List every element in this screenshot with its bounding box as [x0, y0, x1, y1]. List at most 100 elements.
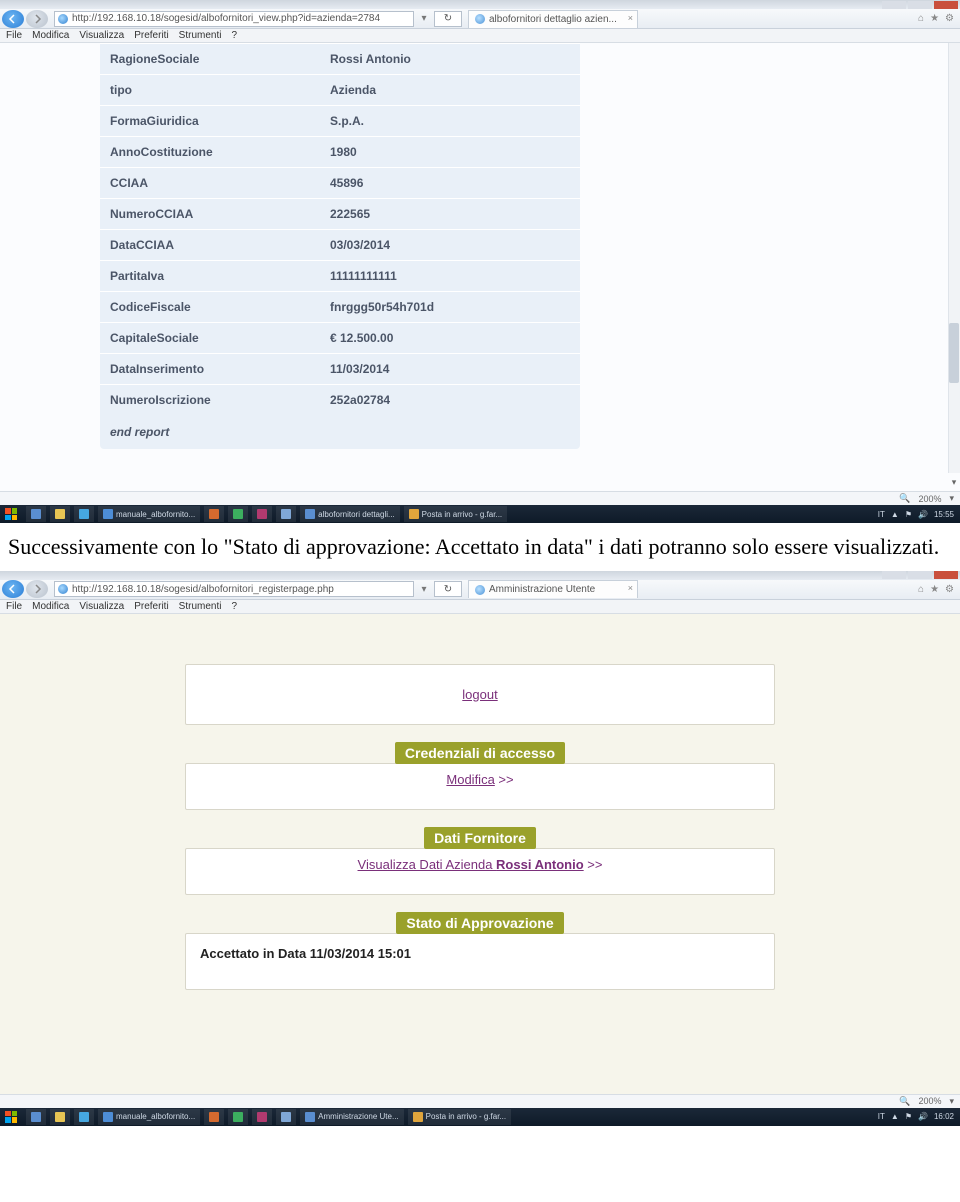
taskbar-item[interactable]: [26, 506, 46, 522]
tray-icon[interactable]: 🔊: [918, 510, 928, 519]
taskbar-item[interactable]: [50, 506, 70, 522]
field-label: AnnoCostituzione: [100, 137, 320, 167]
address-input[interactable]: http://192.168.10.18/sogesid/albofornito…: [54, 11, 414, 27]
menu-tools[interactable]: Strumenti: [179, 30, 222, 41]
taskbar-item[interactable]: [276, 1109, 296, 1125]
browser-tab[interactable]: Amministrazione Utente ×: [468, 580, 638, 598]
taskbar-item[interactable]: [74, 506, 94, 522]
tools-icon[interactable]: ⚙: [945, 13, 954, 24]
visualizza-link[interactable]: Visualizza Dati Azienda Rossi Antonio: [358, 857, 584, 872]
menu-bar: File Modifica Visualizza Preferiti Strum…: [0, 600, 960, 614]
menu-favorites[interactable]: Preferiti: [134, 601, 168, 612]
menu-tools[interactable]: Strumenti: [179, 601, 222, 612]
arrow-left-icon: [8, 14, 18, 24]
window-maximize[interactable]: [908, 1, 932, 9]
tray-icon[interactable]: 🔊: [918, 1112, 928, 1121]
refresh-button[interactable]: ↻: [434, 11, 462, 27]
field-value: 11111111111: [320, 261, 580, 291]
tray-icon[interactable]: ▲: [891, 1112, 899, 1121]
taskbar-item[interactable]: [204, 506, 224, 522]
menu-favorites[interactable]: Preferiti: [134, 30, 168, 41]
menu-file[interactable]: File: [6, 601, 22, 612]
menu-view[interactable]: Visualizza: [79, 30, 124, 41]
home-icon[interactable]: ⌂: [918, 584, 924, 595]
tray-clock[interactable]: 16:02: [934, 1112, 954, 1121]
taskbar-item[interactable]: [204, 1109, 224, 1125]
tab-close-icon[interactable]: ×: [628, 583, 633, 593]
menu-help[interactable]: ?: [231, 30, 237, 41]
menu-help[interactable]: ?: [231, 601, 237, 612]
zoom-icon[interactable]: 🔍: [899, 493, 910, 504]
field-label: CapitaleSociale: [100, 323, 320, 353]
taskbar-item[interactable]: [50, 1109, 70, 1125]
menu-file[interactable]: File: [6, 30, 22, 41]
menu-edit[interactable]: Modifica: [32, 601, 69, 612]
taskbar-item[interactable]: [228, 1109, 248, 1125]
taskbar-item[interactable]: [276, 506, 296, 522]
tools-icon[interactable]: ⚙: [945, 584, 954, 595]
menu-view[interactable]: Visualizza: [79, 601, 124, 612]
ie-favicon-icon: [58, 584, 68, 594]
tab-close-icon[interactable]: ×: [628, 13, 633, 23]
taskbar-item[interactable]: Posta in arrivo - g.far...: [408, 1109, 511, 1125]
nav-back-button[interactable]: [2, 10, 24, 28]
zoom-level[interactable]: 200%: [918, 494, 941, 504]
window-minimize[interactable]: [882, 571, 906, 579]
tray-lang[interactable]: IT: [878, 1112, 885, 1121]
scroll-down-icon[interactable]: ▾: [948, 473, 960, 491]
explanatory-paragraph: Successivamente con lo "Stato di approva…: [0, 523, 960, 571]
window-close[interactable]: [934, 1, 958, 9]
taskbar-item[interactable]: [26, 1109, 46, 1125]
window-close[interactable]: [934, 571, 958, 579]
windows-taskbar: manuale_albofornito... albofornitori det…: [0, 505, 960, 523]
end-report-label: end report: [100, 415, 580, 449]
tab-favicon-icon: [475, 14, 485, 24]
favorites-icon[interactable]: ★: [930, 584, 939, 595]
start-button[interactable]: [0, 1109, 22, 1125]
nav-forward-button[interactable]: [26, 10, 48, 28]
zoom-level[interactable]: 200%: [918, 1096, 941, 1106]
user-portal-body: logout Credenziali di accesso Modifica >…: [0, 614, 960, 1094]
scroll-thumb[interactable]: [949, 323, 959, 383]
windows-taskbar: manuale_albofornito... Amministrazione U…: [0, 1108, 960, 1126]
field-label: NumeroIscrizione: [100, 385, 320, 415]
taskbar-item[interactable]: [252, 1109, 272, 1125]
taskbar-item[interactable]: [252, 506, 272, 522]
menu-edit[interactable]: Modifica: [32, 30, 69, 41]
tray-lang[interactable]: IT: [878, 510, 885, 519]
refresh-button[interactable]: ↻: [434, 581, 462, 597]
taskbar-item[interactable]: [228, 506, 248, 522]
favorites-icon[interactable]: ★: [930, 13, 939, 24]
tray-icon[interactable]: ▲: [891, 510, 899, 519]
window-maximize[interactable]: [908, 571, 932, 579]
zoom-icon[interactable]: 🔍: [899, 1096, 910, 1107]
logout-link[interactable]: logout: [462, 687, 497, 702]
browser-tab[interactable]: albofornitori dettaglio azien... ×: [468, 10, 638, 28]
tab-title: albofornitori dettaglio azien...: [489, 14, 617, 25]
nav-back-button[interactable]: [2, 580, 24, 598]
tab-favicon-icon: [475, 585, 485, 595]
start-button[interactable]: [0, 506, 22, 522]
field-value: 1980: [320, 137, 580, 167]
detail-panel: RagioneSocialeRossi Antonio tipoAzienda …: [100, 43, 580, 449]
window-minimize[interactable]: [882, 1, 906, 9]
nav-forward-button[interactable]: [26, 580, 48, 598]
tray-icon[interactable]: ⚑: [905, 510, 912, 519]
taskbar-item[interactable]: [74, 1109, 94, 1125]
address-input[interactable]: http://192.168.10.18/sogesid/albofornito…: [54, 581, 414, 597]
home-icon[interactable]: ⌂: [918, 13, 924, 24]
taskbar-item[interactable]: manuale_albofornito...: [98, 1109, 200, 1125]
vertical-scrollbar[interactable]: [948, 43, 960, 473]
tray-icon[interactable]: ⚑: [905, 1112, 912, 1121]
taskbar-item[interactable]: manuale_albofornito...: [98, 506, 200, 522]
field-value: 222565: [320, 199, 580, 229]
taskbar-item[interactable]: Amministrazione Ute...: [300, 1109, 403, 1125]
taskbar-item[interactable]: Posta in arrivo - g.far...: [404, 506, 507, 522]
window-titlebar: [0, 571, 960, 580]
field-value: 11/03/2014: [320, 354, 580, 384]
modifica-link[interactable]: Modifica: [446, 772, 494, 787]
field-label: DataInserimento: [100, 354, 320, 384]
taskbar-item[interactable]: albofornitori dettagli...: [300, 506, 400, 522]
field-value: 45896: [320, 168, 580, 198]
tray-clock[interactable]: 15:55: [934, 510, 954, 519]
